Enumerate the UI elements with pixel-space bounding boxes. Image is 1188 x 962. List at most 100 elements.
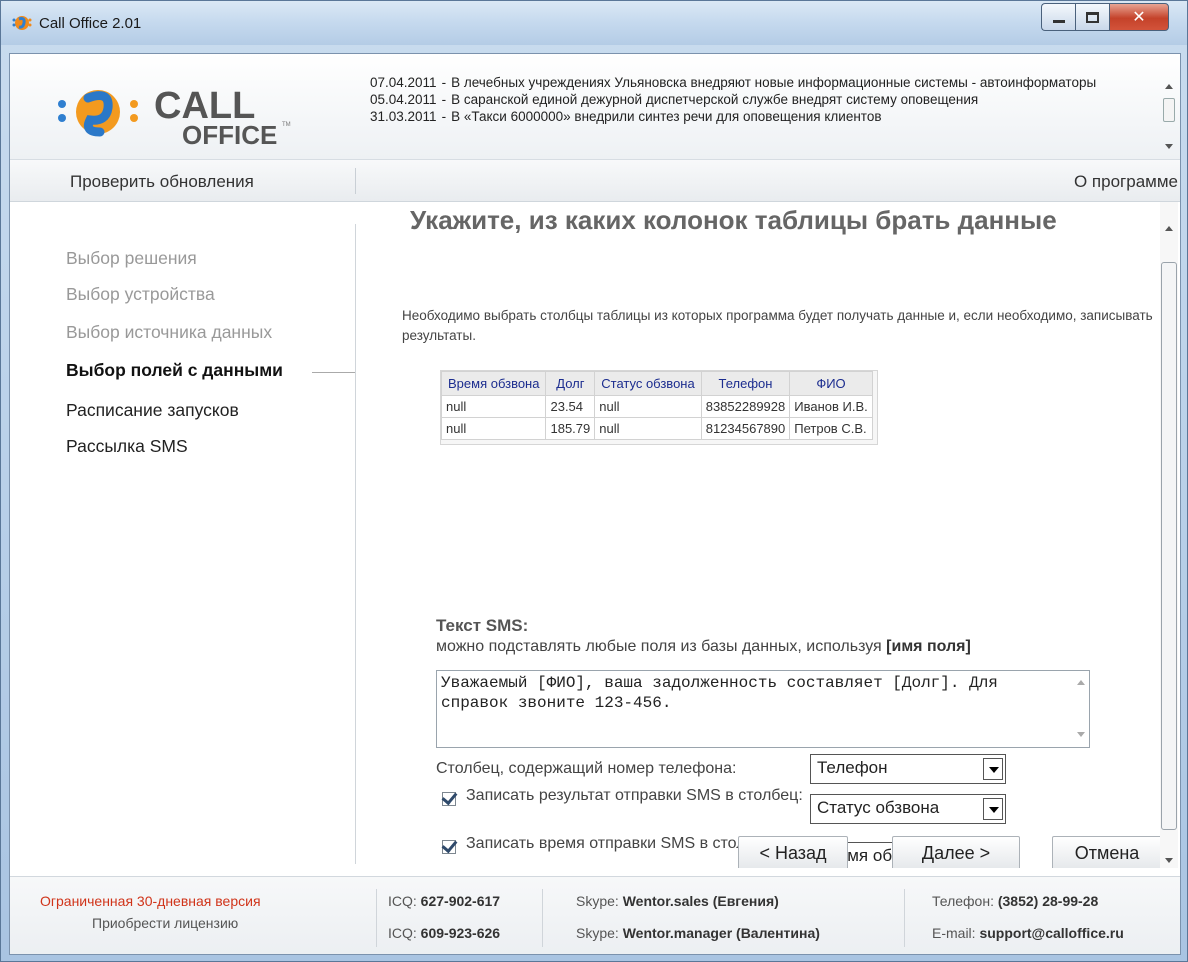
table-row[interactable]: null 185.79 null 81234567890 Петров С.В. xyxy=(440,417,873,440)
app-logo-icon xyxy=(12,16,32,30)
phone-column-select[interactable]: Телефон xyxy=(810,754,1006,784)
back-button[interactable]: < Назад xyxy=(738,836,848,868)
write-time-checkbox[interactable] xyxy=(442,840,456,854)
email-contact: E-mail: support@calloffice.ru xyxy=(932,925,1124,941)
table-header-row: Время обзвона Долг Статус обзвона Телефо… xyxy=(440,371,873,396)
step-choose-fields[interactable]: Выбор полей с данными xyxy=(66,360,283,381)
dropdown-button[interactable] xyxy=(983,758,1003,780)
next-button[interactable]: Далее > xyxy=(892,836,1020,868)
scroll-down-icon[interactable] xyxy=(1165,858,1173,863)
step-choose-solution[interactable]: Выбор решения xyxy=(66,248,197,269)
news-feed: 07.04.2011 - В лечебных учреждениях Улья… xyxy=(370,74,1150,125)
sms-settings: Текст SMS: можно подставлять любые поля … xyxy=(436,616,1136,868)
wizard-steps: Выбор решения Выбор устройства Выбор ист… xyxy=(10,202,358,866)
page-title: Укажите, из каких колонок таблицы брать … xyxy=(410,205,1057,235)
write-result-select[interactable]: Статус обзвона xyxy=(810,794,1006,824)
table-cell: Петров С.В. xyxy=(789,417,873,440)
write-result-label: Записать результат отправки SMS в столбе… xyxy=(466,787,803,804)
client-area: CALL OFFICE TM 07.04.2011 - В лечебных у… xyxy=(9,53,1181,955)
icq-label: ICQ: xyxy=(388,925,417,941)
footer: Ограниченная 30-дневная версия Приобрест… xyxy=(10,876,1180,954)
step-sms[interactable]: Рассылка SMS xyxy=(66,436,188,457)
column-header[interactable]: ФИО xyxy=(789,371,873,396)
icq-label: ICQ: xyxy=(388,893,417,909)
news-date: 31.03.2011 xyxy=(370,109,437,124)
scroll-thumb[interactable] xyxy=(1163,98,1175,122)
scroll-up-icon[interactable] xyxy=(1165,226,1173,231)
table-cell: null xyxy=(440,395,547,418)
news-separator: - xyxy=(441,75,447,90)
sms-text-scrollbar[interactable] xyxy=(1072,672,1088,746)
news-date: 05.04.2011 xyxy=(370,92,437,107)
main-scrollbar[interactable] xyxy=(1160,202,1178,868)
application-window: Call Office 2.01 ✕ CALL OFFICE TM 07.04.… xyxy=(0,0,1188,962)
column-header[interactable]: Статус обзвона xyxy=(594,371,702,396)
dropdown-arrow-icon xyxy=(989,807,999,813)
buy-license-link[interactable]: Приобрести лицензию xyxy=(92,915,238,931)
column-header[interactable]: Долг xyxy=(545,371,596,396)
svg-text:OFFICE: OFFICE xyxy=(182,120,277,150)
dropdown-button[interactable] xyxy=(983,798,1003,820)
main-content: Укажите, из каких колонок таблицы брать … xyxy=(358,202,1160,868)
maximize-button[interactable] xyxy=(1075,3,1109,31)
scroll-up-icon[interactable] xyxy=(1077,680,1085,685)
news-text: В саранской единой дежурной диспетчерско… xyxy=(451,92,979,107)
phone-number: (3852) 28-99-28 xyxy=(997,893,1099,909)
scroll-down-icon[interactable] xyxy=(1165,144,1173,149)
email-label: E-mail: xyxy=(932,925,976,941)
news-item[interactable]: 05.04.2011 - В саранской единой дежурной… xyxy=(370,91,1150,108)
scroll-down-icon[interactable] xyxy=(1077,732,1085,737)
minimize-button[interactable] xyxy=(1041,3,1075,31)
table-cell: null xyxy=(440,417,547,440)
select-value: Статус обзвона xyxy=(817,798,940,817)
news-separator: - xyxy=(441,109,447,124)
sms-hint: можно подставлять любые поля из базы дан… xyxy=(436,638,1136,656)
sms-text-area[interactable]: Уважаемый [ФИО], ваша задолженность сост… xyxy=(436,670,1090,748)
column-header[interactable]: Время обзвона xyxy=(440,371,547,396)
icq-number: 609-923-626 xyxy=(420,925,501,941)
table-row[interactable]: null 23.54 null 83852289928 Иванов И.В. xyxy=(440,395,873,418)
phone-label: Телефон: xyxy=(932,893,994,909)
news-text: В «Такси 6000000» внедрили синтез речи д… xyxy=(451,109,882,124)
sms-text-label: Текст SMS: xyxy=(436,616,529,635)
news-date: 07.04.2011 xyxy=(370,75,437,90)
email-address[interactable]: support@calloffice.ru xyxy=(979,925,1123,941)
close-button[interactable]: ✕ xyxy=(1109,3,1169,31)
about-link[interactable]: О программе xyxy=(1074,172,1178,192)
call-office-logo: CALL OFFICE TM xyxy=(58,85,291,150)
news-text: В лечебных учреждениях Ульяновска внедря… xyxy=(451,75,1097,90)
step-schedule[interactable]: Расписание запусков xyxy=(66,400,239,421)
scroll-thumb[interactable] xyxy=(1161,262,1177,830)
divider xyxy=(376,889,377,947)
data-preview-table: Время обзвона Долг Статус обзвона Телефо… xyxy=(440,370,878,445)
news-item[interactable]: 07.04.2011 - В лечебных учреждениях Улья… xyxy=(370,74,1150,91)
icq-contact-1: ICQ: 627-902-617 xyxy=(388,893,500,909)
select-value: Телефон xyxy=(817,758,888,777)
check-updates-link[interactable]: Проверить обновления xyxy=(70,172,254,192)
sms-hint-field-syntax: [имя поля] xyxy=(886,638,971,655)
cancel-button[interactable]: Отмена xyxy=(1052,836,1160,868)
table-cell: 81234567890 xyxy=(700,417,791,440)
scroll-up-icon[interactable] xyxy=(1165,84,1173,89)
news-item[interactable]: 31.03.2011 - В «Такси 6000000» внедрили … xyxy=(370,108,1150,125)
divider xyxy=(904,889,905,947)
maximize-icon xyxy=(1086,11,1099,23)
news-scrollbar[interactable] xyxy=(1160,72,1178,158)
active-step-indicator xyxy=(312,372,356,373)
table-cell: null xyxy=(594,417,702,440)
page-description: Необходимо выбрать столбцы таблицы из ко… xyxy=(402,308,1153,343)
skype-contact-1: Skype: Wentor.sales (Евгения) xyxy=(576,893,779,909)
close-icon: ✕ xyxy=(1132,9,1146,26)
table-cell: 23.54 xyxy=(545,395,596,418)
skype-contact-2: Skype: Wentor.manager (Валентина) xyxy=(576,925,820,941)
title-bar[interactable]: Call Office 2.01 ✕ xyxy=(1,1,1187,45)
step-choose-data-source[interactable]: Выбор источника данных xyxy=(66,322,272,343)
news-separator: - xyxy=(441,92,447,107)
write-result-checkbox[interactable] xyxy=(442,792,456,806)
step-choose-device[interactable]: Выбор устройства xyxy=(66,284,215,305)
step-label: Выбор полей с данными xyxy=(66,360,283,380)
toolbar: Проверить обновления О программе xyxy=(10,160,1180,202)
icq-contact-2: ICQ: 609-923-626 xyxy=(388,925,500,941)
column-header[interactable]: Телефон xyxy=(700,371,791,396)
divider xyxy=(355,224,356,864)
